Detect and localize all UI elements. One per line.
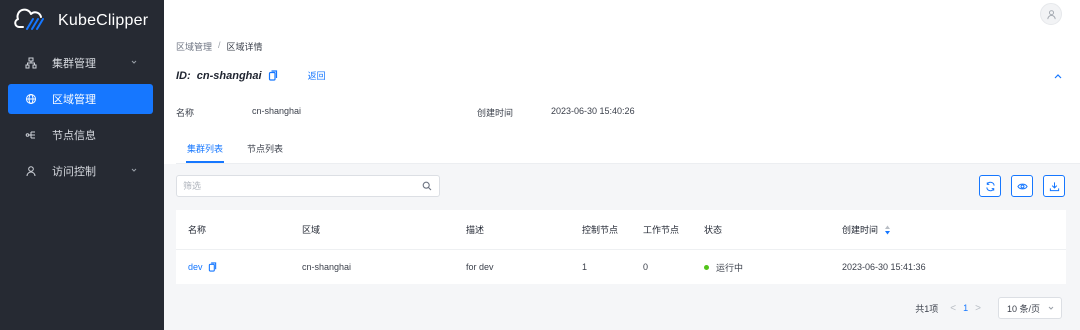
globe-icon [24, 92, 38, 106]
table-header: 名称 区域 描述 控制节点 工作节点 状态 创建时间 [176, 210, 1066, 250]
brand[interactable]: KubeClipper [14, 8, 148, 34]
download-icon [1049, 181, 1059, 191]
current-page[interactable]: 1 [963, 303, 968, 313]
back-link[interactable]: 返回 [308, 69, 326, 82]
column-header-region: 区域 [302, 225, 321, 235]
detail-header: ID: cn-shanghai 返回 [176, 69, 326, 82]
tab-cluster-list[interactable]: 集群列表 [187, 142, 223, 155]
breadcrumb-parent-link[interactable]: 区域管理 [176, 40, 212, 53]
breadcrumb: 区域管理 / 区域详情 [176, 40, 263, 53]
status-dot [704, 264, 709, 270]
created-time-cell: 2023-06-30 15:41:36 [842, 262, 926, 272]
top-bar [164, 0, 1080, 26]
chevron-down-icon [131, 60, 137, 64]
chevron-up-icon[interactable] [1052, 70, 1064, 82]
tab-bar: 集群列表 节点列表 [176, 134, 1080, 164]
user-avatar-icon [1046, 9, 1056, 19]
column-header-control-nodes: 控制节点 [582, 225, 619, 235]
kubeclipper-logo-icon [14, 7, 50, 36]
search-icon[interactable] [422, 181, 432, 191]
cluster-list-panel: 名称 区域 描述 控制节点 工作节点 状态 创建时间 dev cn-shangh… [164, 164, 1080, 330]
refresh-button[interactable] [979, 175, 1001, 197]
sidebar: KubeClipper 集群管理 区域管理 节点信息 访问控制 [0, 0, 164, 330]
worker-nodes-cell: 0 [643, 262, 649, 272]
chevron-down-icon [131, 168, 137, 172]
search-input[interactable] [183, 179, 413, 193]
copy-icon[interactable] [268, 70, 278, 81]
sidebar-item-access-control[interactable]: 访问控制 [8, 156, 153, 186]
pagination-total: 共1项 [915, 303, 939, 314]
region-id-title: ID: cn-shanghai [176, 69, 262, 82]
name-value: cn-shanghai [252, 106, 302, 116]
user-icon [24, 164, 38, 178]
sidebar-item-region-management[interactable]: 区域管理 [8, 84, 153, 114]
cluster-name-cell: dev [188, 250, 217, 284]
copy-icon[interactable] [208, 262, 217, 272]
page-size-value: 10 条/页 [1007, 303, 1041, 314]
cluster-name-link[interactable]: dev [188, 262, 203, 272]
column-header-worker-nodes: 工作节点 [643, 225, 680, 235]
sidebar-item-label: 区域管理 [52, 94, 96, 106]
table-row: dev cn-shanghai for dev 1 0 运行中 2023-06-… [176, 250, 1066, 284]
sidebar-item-label: 访问控制 [52, 166, 96, 178]
column-header-description: 描述 [466, 225, 485, 235]
column-visibility-button[interactable] [1011, 175, 1033, 197]
prev-page-icon[interactable]: < [950, 303, 956, 314]
description-cell: for dev [466, 262, 494, 272]
breadcrumb-current: 区域详情 [226, 42, 263, 52]
node-icon [24, 128, 38, 142]
pagination: 共1项 < 1 > 10 条/页 [915, 297, 1062, 319]
chevron-down-icon [1048, 306, 1054, 310]
avatar[interactable] [1040, 3, 1062, 25]
refresh-icon [985, 181, 995, 191]
cluster-table: 名称 区域 描述 控制节点 工作节点 状态 创建时间 dev cn-shangh… [176, 210, 1066, 284]
name-label: 名称 [176, 108, 195, 118]
sidebar-item-label: 集群管理 [52, 58, 96, 70]
cluster-icon [24, 56, 38, 70]
sidebar-item-cluster-management[interactable]: 集群管理 [8, 48, 153, 78]
status-cell: 运行中 [704, 250, 743, 284]
sidebar-item-label: 节点信息 [52, 130, 96, 142]
page-size-select[interactable]: 10 条/页 [998, 297, 1062, 319]
main-content: 区域管理 / 区域详情 ID: cn-shanghai 返回 名称 cn-sha… [164, 26, 1080, 330]
column-header-created-time[interactable]: 创建时间 [842, 210, 891, 249]
breadcrumb-separator: / [218, 40, 221, 50]
column-header-status: 状态 [704, 225, 723, 235]
sidebar-item-node-info[interactable]: 节点信息 [8, 120, 153, 150]
created-time-label: 创建时间 [477, 108, 514, 118]
control-nodes-cell: 1 [582, 262, 588, 272]
download-button[interactable] [1043, 175, 1065, 197]
created-time-value: 2023-06-30 15:40:26 [551, 106, 635, 116]
status-badge: 运行中 [716, 262, 744, 273]
app-name: KubeClipper [58, 12, 149, 29]
search-box [176, 175, 440, 197]
region-cell: cn-shanghai [302, 262, 352, 272]
active-tab-indicator [186, 161, 224, 163]
sort-icon[interactable] [884, 225, 891, 235]
eye-icon [1016, 183, 1028, 189]
next-page-icon[interactable]: > [975, 303, 981, 314]
column-header-label: 创建时间 [842, 225, 879, 235]
column-header-name: 名称 [188, 225, 207, 235]
tab-node-list[interactable]: 节点列表 [247, 142, 283, 155]
